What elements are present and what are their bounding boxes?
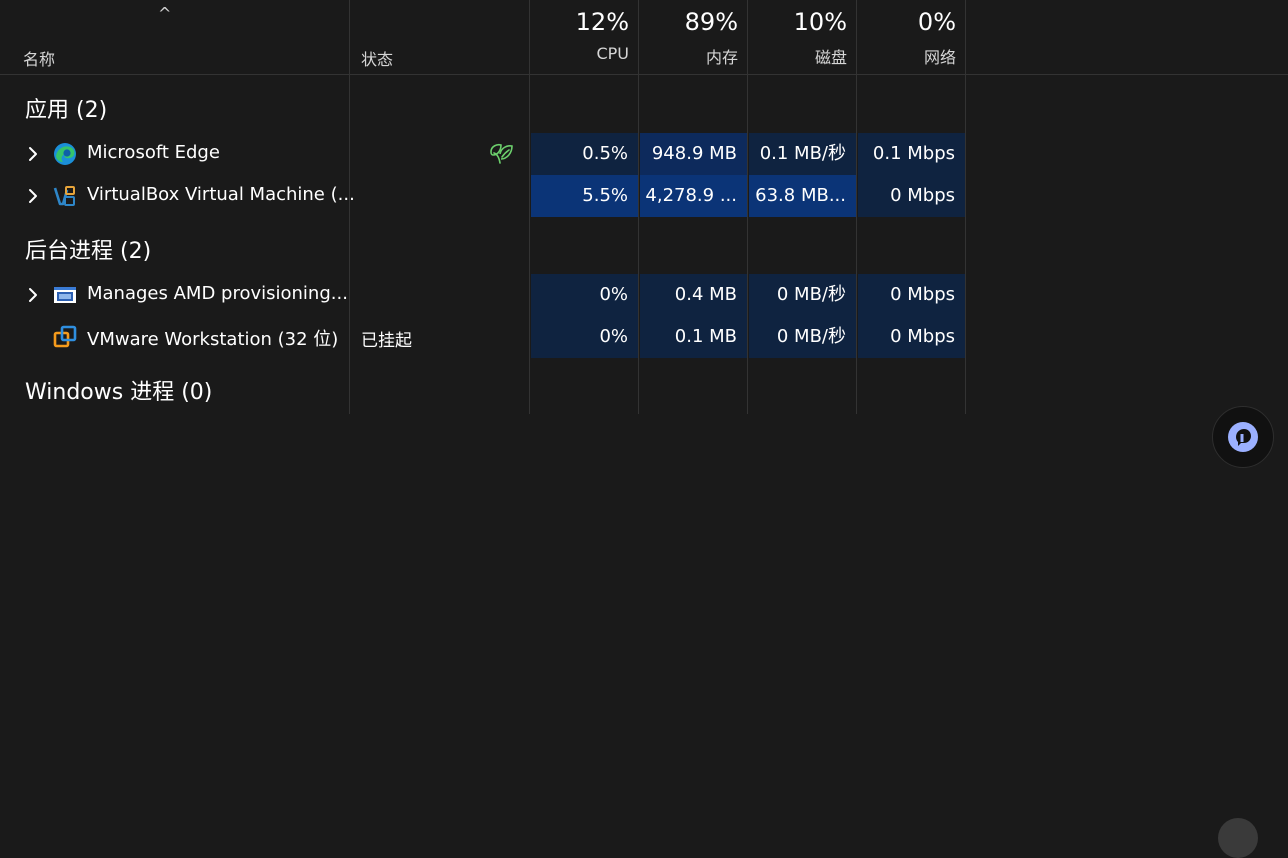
- cpu-label: CPU: [596, 44, 629, 63]
- column-header-status[interactable]: 状态: [361, 46, 393, 70]
- status-suspended: 已挂起: [361, 331, 412, 351]
- group-windows-title[interactable]: Windows 进程 (0): [25, 374, 212, 406]
- cell-vmware-network: 0 Mbps: [858, 316, 965, 358]
- cell-vmware-memory: 0.1 MB: [640, 316, 747, 358]
- column-header-network[interactable]: 0% 网络: [856, 8, 956, 68]
- cell-amd-disk: 0 MB/秒: [749, 274, 856, 316]
- expand-chevron-icon[interactable]: [25, 146, 41, 162]
- group-apps-title[interactable]: 应用 (2): [25, 92, 107, 124]
- column-header-memory[interactable]: 89% 内存: [638, 8, 738, 68]
- cpu-total-percent: 12%: [575, 8, 629, 36]
- cell-vmware-cpu: 0%: [531, 316, 638, 358]
- cell-virtualbox-network: 0 Mbps: [858, 175, 965, 217]
- cell-edge-disk: 0.1 MB/秒: [749, 133, 856, 175]
- column-header-name[interactable]: 名称: [23, 46, 55, 70]
- sort-caret-icon: ^: [158, 4, 172, 23]
- process-row-edge[interactable]: Microsoft Edge: [0, 133, 529, 175]
- column-divider[interactable]: [965, 0, 966, 414]
- leaf-icon: [490, 143, 513, 164]
- network-label: 网络: [923, 48, 956, 67]
- cell-virtualbox-memory: 4,278.9 ...: [640, 175, 747, 217]
- edge-icon: [54, 143, 76, 165]
- process-row-virtualbox[interactable]: VirtualBox Virtual Machine (...: [0, 175, 529, 217]
- cell-amd-network: 0 Mbps: [858, 274, 965, 316]
- window-app-icon: [54, 287, 76, 303]
- cell-edge-network: 0.1 Mbps: [858, 133, 965, 175]
- cell-edge-cpu: 0.5%: [531, 133, 638, 175]
- column-divider[interactable]: [529, 0, 530, 414]
- cell-virtualbox-cpu: 5.5%: [531, 175, 638, 217]
- group-background-title[interactable]: 后台进程 (2): [25, 233, 151, 265]
- process-row-amd[interactable]: Manages AMD provisioning...: [0, 274, 529, 316]
- header-divider: [0, 74, 1288, 75]
- process-name: Manages AMD provisioning...: [87, 283, 348, 304]
- vmware-icon: [53, 325, 77, 348]
- column-divider[interactable]: [856, 0, 857, 414]
- disk-label: 磁盘: [814, 48, 847, 67]
- corner-indicator: [1218, 818, 1258, 858]
- memory-label: 内存: [705, 48, 738, 67]
- memory-total-percent: 89%: [684, 8, 738, 36]
- chat-bubble-icon: [1228, 422, 1258, 452]
- cell-amd-memory: 0.4 MB: [640, 274, 747, 316]
- column-divider[interactable]: [747, 0, 748, 414]
- process-name: VirtualBox Virtual Machine (...: [87, 184, 355, 205]
- network-total-percent: 0%: [917, 8, 956, 36]
- floating-assistant-button[interactable]: [1212, 406, 1274, 468]
- expand-chevron-icon[interactable]: [25, 287, 41, 303]
- process-name: Microsoft Edge: [87, 142, 220, 163]
- column-header-disk[interactable]: 10% 磁盘: [747, 8, 847, 68]
- cell-virtualbox-disk: 63.8 MB...: [749, 175, 856, 217]
- virtualbox-icon: [53, 186, 75, 206]
- expand-chevron-icon[interactable]: [25, 188, 41, 204]
- column-divider[interactable]: [638, 0, 639, 414]
- cell-vmware-disk: 0 MB/秒: [749, 316, 856, 358]
- disk-total-percent: 10%: [793, 8, 847, 36]
- process-row-vmware[interactable]: VMware Workstation (32 位) 已挂起: [0, 316, 529, 358]
- cell-edge-memory: 948.9 MB: [640, 133, 747, 175]
- cell-amd-cpu: 0%: [531, 274, 638, 316]
- column-header-cpu[interactable]: 12% CPU: [529, 8, 629, 63]
- process-name: VMware Workstation (32 位): [87, 329, 339, 350]
